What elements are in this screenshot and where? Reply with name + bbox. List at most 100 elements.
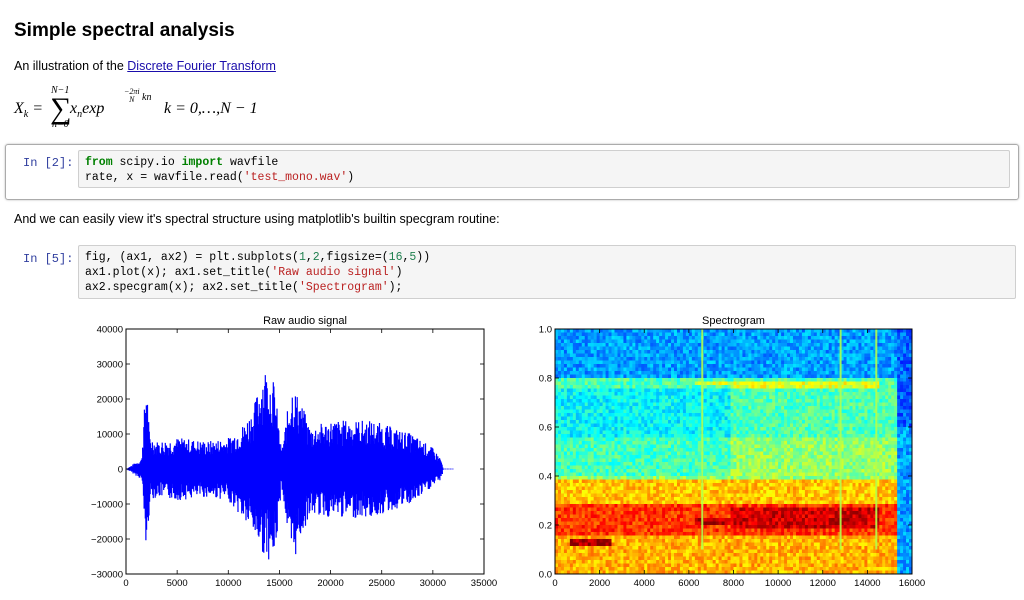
spectrogram-cell (790, 451, 794, 456)
spectrogram-cell (727, 430, 731, 435)
spectrogram-cell (822, 339, 827, 344)
spectrogram-cell (632, 371, 636, 375)
spectrogram-cell (819, 353, 824, 358)
spectrogram-cell (781, 441, 785, 445)
spectrogram-cell (575, 458, 580, 463)
spectrogram-cell (694, 329, 699, 333)
spectrogram-cell (569, 339, 574, 344)
dft-link[interactable]: Discrete Fourier Transform (127, 59, 276, 73)
spectrogram-cell (831, 441, 836, 445)
spectrogram-cell (784, 339, 788, 344)
spectrogram-cell (778, 420, 782, 424)
spectrogram-cell (665, 413, 669, 417)
spectrogram-cell (641, 395, 645, 400)
spectrogram-cell (801, 339, 806, 344)
spectrogram-cell (739, 451, 743, 456)
spectrogram-cell (745, 462, 749, 466)
spectrogram-cell (656, 350, 660, 354)
spectrogram-cell (757, 416, 761, 421)
spectrogram-cell (798, 339, 803, 344)
code-cell-2[interactable]: In [5]: fig, (ax1, ax2) = plt.subplots(1… (5, 241, 1019, 301)
spectrogram-cell (849, 332, 853, 337)
spectrogram-cell (781, 399, 785, 403)
spectrogram-cell (620, 409, 624, 414)
spectrogram-cell (793, 395, 797, 400)
spectrogram-cell (587, 367, 592, 372)
spectrogram-cell (751, 423, 755, 428)
spectrogram-cell (682, 385, 687, 389)
code-cell-1[interactable]: In [2]: from scipy.io import wavfile rate… (5, 144, 1019, 200)
spectrogram-cell (819, 343, 824, 347)
spectrogram-cell (891, 374, 895, 379)
spectrogram-cell (757, 339, 761, 344)
spectrogram-cell (843, 399, 847, 403)
spectrogram-cell (602, 448, 606, 452)
spectrogram-cell (691, 423, 696, 428)
spectrogram-cell (748, 427, 752, 431)
spectrogram-cell (897, 465, 901, 470)
spectrogram-cell (879, 462, 883, 466)
spectrogram-cell (745, 399, 749, 403)
spectrogram-cell (745, 420, 749, 424)
spectrogram-cell (560, 430, 565, 435)
spectrogram-cell (560, 367, 565, 372)
spectrogram-cell (563, 437, 568, 442)
spectrogram-cell (775, 427, 779, 431)
spectrogram-cell (739, 385, 743, 389)
spectrogram-cell (602, 458, 606, 463)
spectrogram-cell (557, 350, 562, 354)
spectrogram-cell (852, 339, 856, 344)
spectrogram-cell (638, 423, 642, 428)
spectrogram-cell (587, 458, 592, 463)
spectrogram-cell (665, 423, 669, 428)
spectrogram-cell (679, 409, 684, 414)
spectrogram-cell (864, 427, 868, 431)
spectrogram-cell (644, 388, 648, 393)
cell-1-input[interactable]: from scipy.io import wavfile rate, x = wa… (78, 150, 1010, 188)
spectrogram-cell (560, 420, 565, 424)
spectrogram-cell (858, 465, 862, 470)
spectrogram-cell (816, 441, 821, 445)
spectrogram-cell (754, 416, 758, 421)
spectrogram-cell (769, 451, 773, 456)
spectrogram-cell (724, 462, 728, 466)
spectrogram-cell (596, 455, 601, 459)
spectrogram-cell (674, 469, 678, 473)
spectrogram-cell (694, 423, 699, 428)
spectrogram-cell (590, 378, 595, 382)
spectrogram-cell (781, 350, 785, 354)
spectrogram-cell (569, 434, 574, 438)
spectrogram-cell (852, 336, 856, 340)
spectrogram-cell (879, 395, 883, 400)
spectrogram-cell (572, 360, 577, 365)
spectrogram-cell (674, 360, 678, 365)
spectrogram-cell (617, 451, 621, 456)
spectrogram-cell (575, 392, 580, 396)
spectrogram-cell (685, 336, 690, 340)
spectrogram-cell (748, 465, 752, 470)
spectrogram-cell (742, 339, 746, 344)
spectrogram-cell (772, 448, 776, 452)
spectrogram-cell (602, 413, 606, 417)
spectrogram-cell (584, 357, 589, 361)
spectrogram-cell (566, 339, 571, 344)
code-token: 'Raw audio signal' (271, 266, 396, 279)
spectrogram-cell (894, 332, 898, 337)
spectrogram-cell (903, 399, 907, 403)
spectrogram-cell (715, 371, 720, 375)
spectrogram-cell (581, 462, 586, 466)
spectrogram-cell (555, 441, 559, 445)
spectrogram-cell (781, 444, 785, 449)
x-tick-label: 0 (123, 578, 128, 589)
cell-2-input[interactable]: fig, (ax1, ax2) = plt.subplots(1,2,figsi… (78, 245, 1016, 299)
spectrogram-cell (724, 367, 728, 372)
spectrogram-cell (557, 360, 562, 365)
spectrogram-cell (867, 374, 871, 379)
spectrogram-cell (587, 416, 592, 421)
spectrogram-cell (575, 448, 580, 452)
spectrogram-cell (772, 367, 776, 372)
spectrogram-cell (804, 465, 809, 470)
spectrogram-cell (706, 388, 711, 393)
output-figure: Raw audio signal0 5000 10000 15000 20000 2500… (91, 315, 925, 589)
spectrogram-cell (653, 353, 657, 358)
